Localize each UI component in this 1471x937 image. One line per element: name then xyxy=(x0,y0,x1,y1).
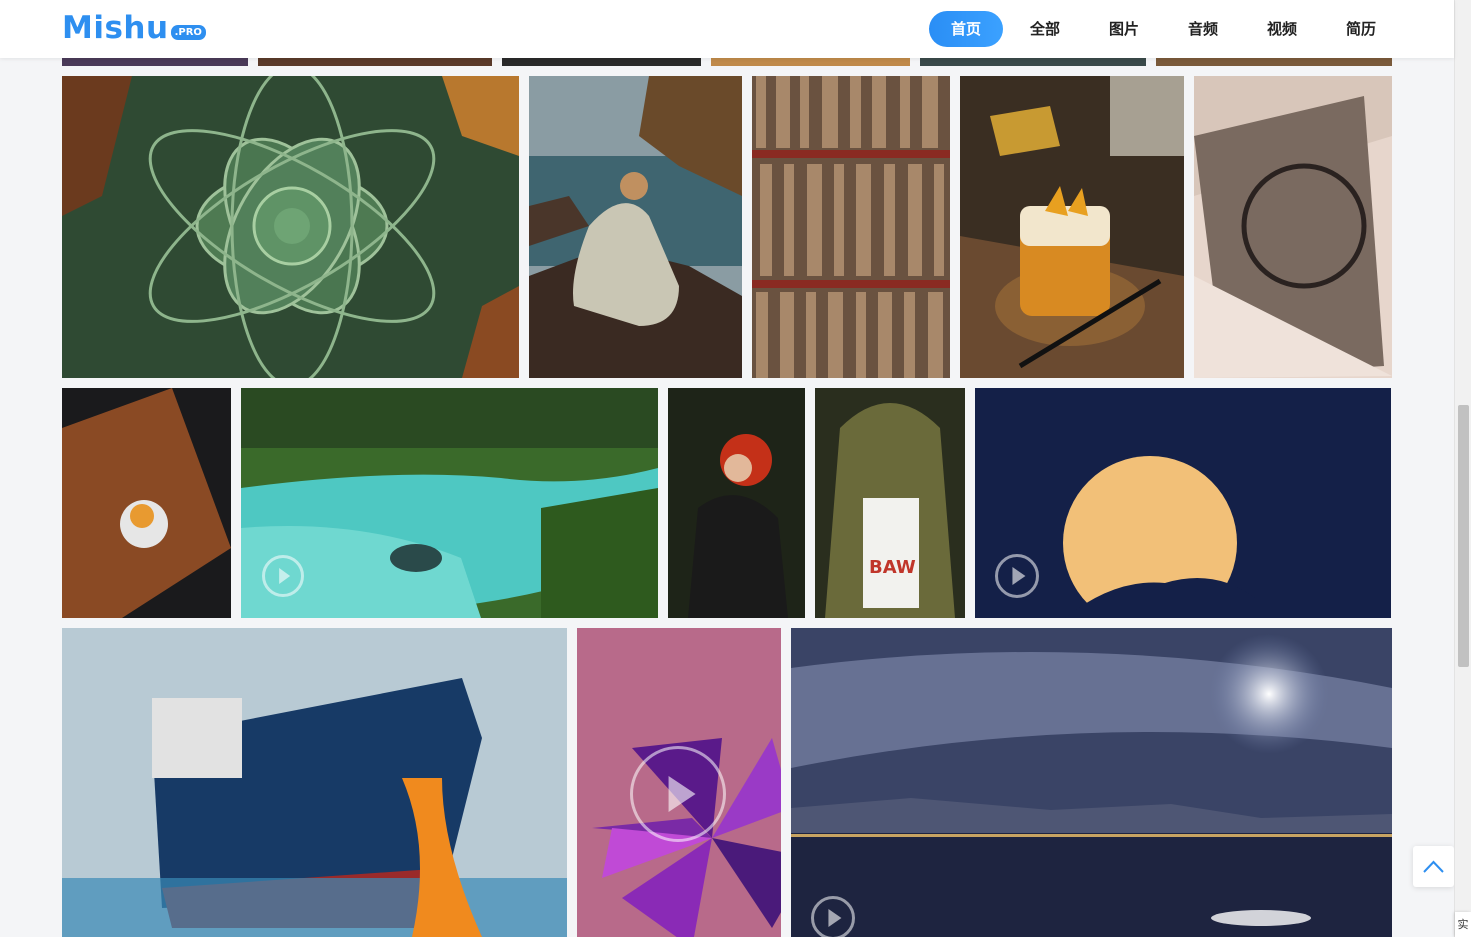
nav-item-home[interactable]: 首页 xyxy=(929,11,1003,47)
back-to-top-button[interactable] xyxy=(1413,846,1454,887)
succulent-image xyxy=(62,76,519,378)
main-nav: 首页 全部 图片 音频 视频 简历 xyxy=(929,11,1403,47)
play-icon[interactable] xyxy=(995,554,1039,598)
scrollbar-thumb[interactable] xyxy=(1458,405,1469,667)
hooded-person-image: BAW xyxy=(815,388,965,618)
night-lake-image xyxy=(791,628,1392,937)
page-scrollbar[interactable] xyxy=(1454,0,1471,937)
play-icon[interactable] xyxy=(262,555,304,597)
gallery-item-vinyl-shelves[interactable] xyxy=(752,76,950,378)
gallery-item-woman-on-rocks[interactable] xyxy=(529,76,742,378)
brand-logo[interactable]: Mishu .PRO xyxy=(62,10,206,46)
drink-on-table-image xyxy=(62,388,231,618)
nav-item-resume[interactable]: 简历 xyxy=(1324,11,1398,47)
gallery-item-hooded-person[interactable]: BAW xyxy=(815,388,965,618)
play-icon[interactable] xyxy=(811,896,855,937)
gallery-item-drink-on-table[interactable] xyxy=(62,388,231,618)
corner-widget[interactable]: 实 xyxy=(1455,912,1471,937)
gallery-item-full-moon[interactable] xyxy=(975,388,1391,618)
gallery-item-vintage-car[interactable] xyxy=(1194,76,1392,378)
brand-badge: .PRO xyxy=(170,24,206,40)
gallery-item-ship-bow[interactable] xyxy=(62,628,567,937)
gallery-item-purple-abstract[interactable] xyxy=(577,628,781,937)
chevron-up-icon xyxy=(1423,860,1444,873)
gallery-item-succulent[interactable] xyxy=(62,76,519,378)
nav-item-video[interactable]: 视频 xyxy=(1245,11,1319,47)
site-header: Mishu .PRO 首页 全部 图片 音频 视频 简历 xyxy=(0,0,1454,58)
dessert-glass-image xyxy=(960,76,1184,378)
woman-on-rocks-image xyxy=(529,76,742,378)
gallery-item-night-lake[interactable] xyxy=(791,628,1392,937)
svg-text:BAW: BAW xyxy=(869,557,916,578)
gallery-item-turquoise-river[interactable] xyxy=(241,388,658,618)
nav-item-audio[interactable]: 音频 xyxy=(1166,11,1240,47)
play-icon[interactable] xyxy=(630,746,726,842)
turquoise-river-image xyxy=(241,388,658,618)
ship-bow-image xyxy=(62,628,567,937)
gallery-item-red-hair-woman[interactable] xyxy=(668,388,805,618)
brand-name: Mishu xyxy=(62,10,169,46)
gallery-item-dessert-glass[interactable] xyxy=(960,76,1184,378)
nav-item-images[interactable]: 图片 xyxy=(1087,11,1161,47)
red-hair-woman-image xyxy=(668,388,805,618)
vinyl-shelves-image xyxy=(752,76,950,378)
nav-item-all[interactable]: 全部 xyxy=(1008,11,1082,47)
vintage-car-image xyxy=(1194,76,1392,378)
